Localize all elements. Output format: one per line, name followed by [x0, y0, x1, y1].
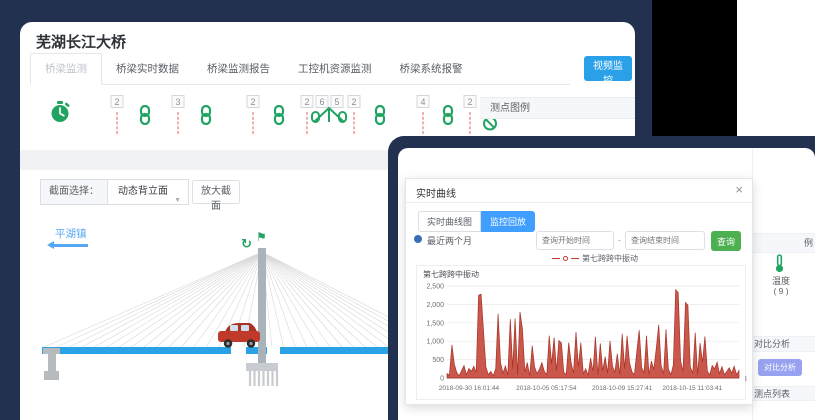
flag-sensor-icon[interactable]: ⚑ [256, 230, 267, 244]
direction-label: 平湖镇 [55, 226, 87, 241]
bridge-tower [258, 248, 266, 363]
link-icon[interactable] [139, 105, 152, 130]
sensor-dash-line [354, 112, 355, 134]
sensor-dash-line [470, 112, 471, 134]
car [218, 323, 260, 348]
desktop-background: 芜湖长江大桥 桥梁监测桥梁实时数据桥梁监测报告工控机资源监测桥梁系统报警 视频监… [0, 0, 815, 420]
query-start-time-input[interactable] [536, 231, 614, 250]
sensor-dash-line [307, 112, 308, 134]
tab-桥梁监测报告[interactable]: 桥梁监测报告 [193, 54, 284, 84]
realtime-curve-modal: 实时曲线 × 实时曲线图 监控回放 最近两个月 - 查询 [405, 178, 753, 405]
chart-legend[interactable]: 第七跨跨中振动 [552, 253, 638, 264]
deck-gap [267, 347, 280, 354]
deck-gap [231, 347, 246, 354]
sensor-group: 4 [417, 92, 430, 134]
tab-bar: 桥梁监测桥梁实时数据桥梁监测报告工控机资源监测桥梁系统报警 [30, 56, 570, 85]
svg-text:2018-10-15 11:03:41: 2018-10-15 11:03:41 [662, 385, 722, 392]
x-axis-label: 时间 [745, 374, 747, 383]
secondary-window-frame: 例 温度 ( 9 ) 对比分析 对比分析 测点列表 实时曲线 × 实时曲线图 监… [388, 136, 815, 420]
sensor-dash-line [423, 112, 424, 134]
sensor-group: 2 [348, 92, 361, 134]
rotate-sensor-icon[interactable]: ↻ [241, 236, 252, 252]
sensor-group: 2 [464, 92, 477, 134]
sensor-group: 2 [111, 92, 124, 134]
header-partial-text: 例 [804, 234, 813, 253]
query-row: 最近两个月 - 查询 [414, 231, 746, 251]
background-window-edge [737, 0, 815, 142]
svg-text:2018-10-05 05:17:54: 2018-10-05 05:17:54 [516, 385, 577, 392]
link-icon[interactable] [200, 105, 213, 130]
compare-section-header: 对比分析 [752, 336, 815, 352]
tab-工控机资源监测[interactable]: 工控机资源监测 [284, 54, 386, 84]
link-icon[interactable] [273, 105, 286, 130]
legend-label: 第七跨跨中振动 [582, 253, 638, 264]
stopwatch-icon[interactable] [50, 101, 70, 129]
legend-circle-icon [563, 256, 568, 261]
query-button[interactable]: 查询 [711, 231, 741, 251]
chart-title: 第七跨跨中振动 [423, 269, 479, 280]
modal-header [406, 179, 752, 203]
section-select-dropdown[interactable]: 动态背立面 ▼ [108, 180, 188, 204]
svg-text:500: 500 [432, 357, 444, 364]
tab-桥梁系统报警[interactable]: 桥梁系统报警 [386, 54, 477, 84]
tab-monitor-playback[interactable]: 监控回放 [481, 211, 535, 232]
svg-text:2018-09-30 16:01:44: 2018-09-30 16:01:44 [439, 385, 500, 392]
section-select-group: 截面选择： 动态背立面 ▼ [40, 179, 189, 205]
series-area [447, 290, 739, 378]
bearing-icon[interactable] [311, 105, 347, 129]
sensor-dash-line [178, 112, 179, 134]
sensor-count-badge: 3 [172, 95, 185, 108]
svg-text:2,000: 2,000 [426, 302, 444, 309]
legend-panel-header: 测点图例 [480, 97, 635, 119]
tab-realtime-curve[interactable]: 实时曲线图 [418, 211, 481, 232]
tab-桥梁监测[interactable]: 桥梁监测 [30, 53, 102, 85]
video-placeholder [652, 0, 737, 142]
section-select-label: 截面选择： [41, 180, 108, 204]
link-icon[interactable] [374, 105, 387, 130]
sensor-dash-line [253, 112, 254, 134]
sensor-count-badge: 2 [111, 95, 124, 108]
pier-piles [250, 371, 277, 386]
svg-text:1,000: 1,000 [426, 339, 444, 346]
svg-text:2,500: 2,500 [426, 284, 444, 291]
page-title: 芜湖长江大桥 [36, 31, 126, 52]
section-select-value: 动态背立面 [118, 186, 168, 197]
secondary-window: 例 温度 ( 9 ) 对比分析 对比分析 测点列表 实时曲线 × 实时曲线图 监… [398, 148, 815, 420]
enlarge-section-button[interactable]: 放大截面 [192, 180, 240, 204]
left-pier [43, 348, 60, 380]
point-list-header: 测点列表 [752, 386, 815, 401]
svg-text:2018-10-09 15:27:41: 2018-10-09 15:27:41 [592, 385, 653, 392]
legend-line-icon [552, 258, 560, 259]
close-icon[interactable]: × [735, 182, 743, 197]
link-icon[interactable] [442, 105, 455, 130]
sensor-count-badge: 2 [348, 95, 361, 108]
sensor-group: 2 [247, 92, 260, 134]
sensor-count-badge: 4 [417, 95, 430, 108]
sensor-count-badge: 2 [247, 95, 260, 108]
chevron-down-icon: ▼ [174, 189, 181, 213]
pier-cap [246, 363, 278, 371]
temperature-count: ( 9 ) [768, 286, 794, 296]
sensor-group: 3 [172, 92, 185, 134]
radio-last-two-months[interactable] [414, 235, 422, 243]
compare-analysis-button[interactable]: 对比分析 [758, 359, 802, 376]
radio-label: 最近两个月 [427, 234, 472, 247]
chart-container: 第七跨跨中振动 0 500 1,000 1,500 2,000 2,500 2018-09-… [416, 265, 746, 400]
right-panel-header: 例 [752, 233, 815, 253]
modal-title: 实时曲线 [416, 185, 456, 200]
sensor-dash-line [117, 112, 118, 134]
left-arrow-icon [50, 244, 88, 247]
svg-text:0: 0 [440, 376, 444, 383]
modal-tab-group: 实时曲线图 监控回放 [418, 211, 535, 232]
tab-桥梁实时数据[interactable]: 桥梁实时数据 [102, 54, 193, 84]
range-separator: - [618, 235, 621, 245]
legend-line-icon [571, 258, 579, 259]
query-end-time-input[interactable] [625, 231, 705, 250]
svg-text:1,500: 1,500 [426, 320, 444, 327]
sensor-count-badge: 2 [464, 95, 477, 108]
video-monitor-button[interactable]: 视频监控 [584, 56, 632, 81]
vibration-chart: 0 500 1,000 1,500 2,000 2,500 2018-09-30 16:01… [417, 280, 747, 400]
